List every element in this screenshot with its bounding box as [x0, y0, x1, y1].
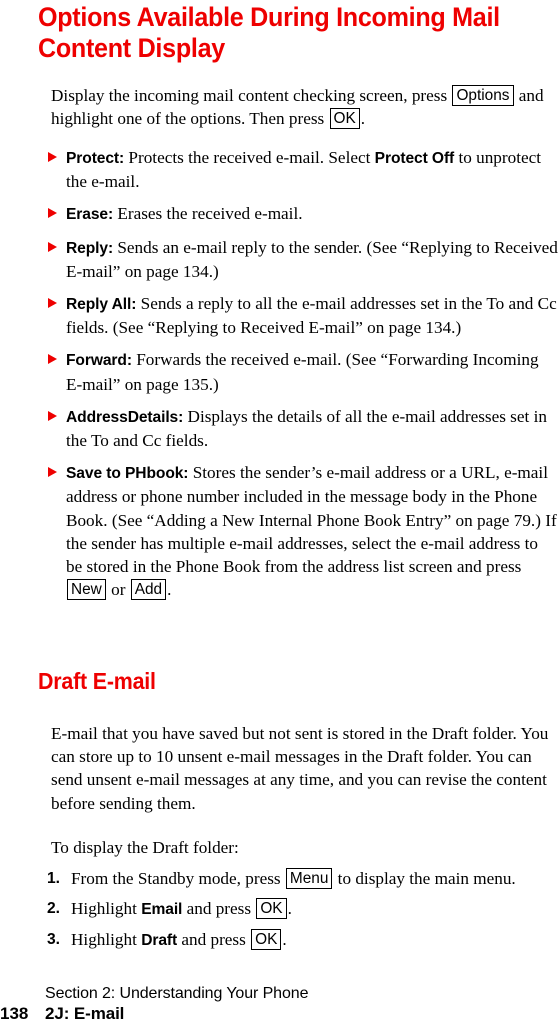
list-item-conjunction: or [111, 580, 126, 600]
list-item: AddressDetails: Displays the details of … [47, 405, 558, 452]
step-text-after: to display the main menu. [337, 869, 516, 888]
step-emphasis: Draft [141, 932, 178, 950]
step-number: 1. [47, 870, 61, 887]
triangle-bullet-icon [48, 152, 57, 162]
options-list: Protect: Protects the received e-mail. S… [47, 146, 558, 610]
step-text-mid: and press [181, 930, 246, 950]
list-item-text: Erases the received e-mail. [117, 204, 303, 224]
key-ok[interactable]: OK [256, 898, 287, 920]
step-text: Highlight [71, 899, 137, 919]
to-display-label: To display the Draft folder: [51, 838, 239, 857]
intro-text-part1: Display the incoming mail content checki… [51, 86, 448, 105]
draft-paragraph: E-mail that you have saved but not sent … [51, 724, 549, 813]
key-menu[interactable]: Menu [285, 868, 333, 889]
intro-paragraph: Display the incoming mail content checki… [51, 84, 558, 130]
page-title: Options Available During Incoming Mail C… [38, 2, 500, 63]
step-item: 3. Highlight Draft and press OK. [47, 928, 558, 952]
footer-page-number: 138 [0, 1004, 29, 1023]
triangle-bullet-icon [48, 208, 57, 219]
key-add[interactable]: Add [130, 579, 167, 601]
list-item-label: AddressDetails: [66, 408, 184, 426]
step-number: 3. [47, 931, 61, 949]
step-emphasis: Email [141, 901, 183, 919]
step-text-after: . [282, 930, 287, 950]
list-item-label: Protect: [66, 150, 125, 167]
step-item: 2. Highlight Email and press OK. [47, 897, 558, 921]
list-item-text-after: . [167, 580, 172, 600]
step-text: Highlight [71, 930, 137, 950]
triangle-bullet-icon [48, 410, 57, 421]
list-item-text: Sends a reply to all the e-mail addresse… [66, 294, 557, 338]
triangle-bullet-icon [48, 241, 57, 252]
intro-text-part3: . [360, 109, 366, 129]
manual-page: Options Available During Incoming Mail C… [0, 0, 558, 1029]
triangle-bullet-icon [48, 467, 57, 478]
list-item-save-to-phbook: Save to PHbook: Stores the sender’s e-ma… [47, 461, 558, 601]
key-new[interactable]: New [67, 579, 106, 601]
step-item: 1. From the Standby mode, press Menu to … [47, 867, 558, 890]
list-item-text: Sends an e-mail reply to the sender. (Se… [66, 237, 558, 281]
step-text-after: . [287, 899, 292, 919]
list-item: Forward: Forwards the received e-mail. (… [47, 348, 558, 395]
key-options[interactable]: Options [452, 85, 514, 106]
list-item-text: Forwards the received e-mail. (See “Forw… [66, 350, 539, 394]
key-ok[interactable]: OK [329, 108, 360, 130]
list-item-emphasis: Protect Off [374, 150, 455, 167]
list-item-label: Reply: [66, 239, 114, 257]
footer-section-title: Section 2: Understanding Your Phone [45, 985, 309, 1002]
list-item-label: Reply All: [66, 296, 137, 314]
triangle-bullet-icon [48, 298, 57, 309]
list-item: Erase: Erases the received e-mail. [47, 202, 558, 226]
step-text-mid: and press [186, 899, 252, 919]
list-item-text: Protects the received e-mail. Select [128, 148, 371, 167]
steps-list: 1. From the Standby mode, press Menu to … [47, 867, 558, 960]
list-item-label: Save to PHbook: [66, 465, 189, 483]
step-text: From the Standby mode, press [71, 869, 281, 888]
list-item: Reply All: Sends a reply to all the e-ma… [47, 292, 558, 339]
section-title-draft-email: Draft E-mail [38, 668, 156, 694]
list-item-label: Erase: [66, 206, 114, 224]
triangle-bullet-icon [48, 354, 57, 365]
footer-chapter-title: 2J: E-mail [45, 1004, 125, 1023]
list-item: Protect: Protects the received e-mail. S… [47, 146, 558, 193]
page-footer: Section 2: Understanding Your Phone 138 … [0, 984, 558, 1026]
list-item-label: Forward: [66, 352, 132, 370]
list-item: Reply: Sends an e-mail reply to the send… [47, 236, 558, 283]
key-ok[interactable]: OK [251, 929, 282, 951]
step-number: 2. [47, 900, 61, 918]
